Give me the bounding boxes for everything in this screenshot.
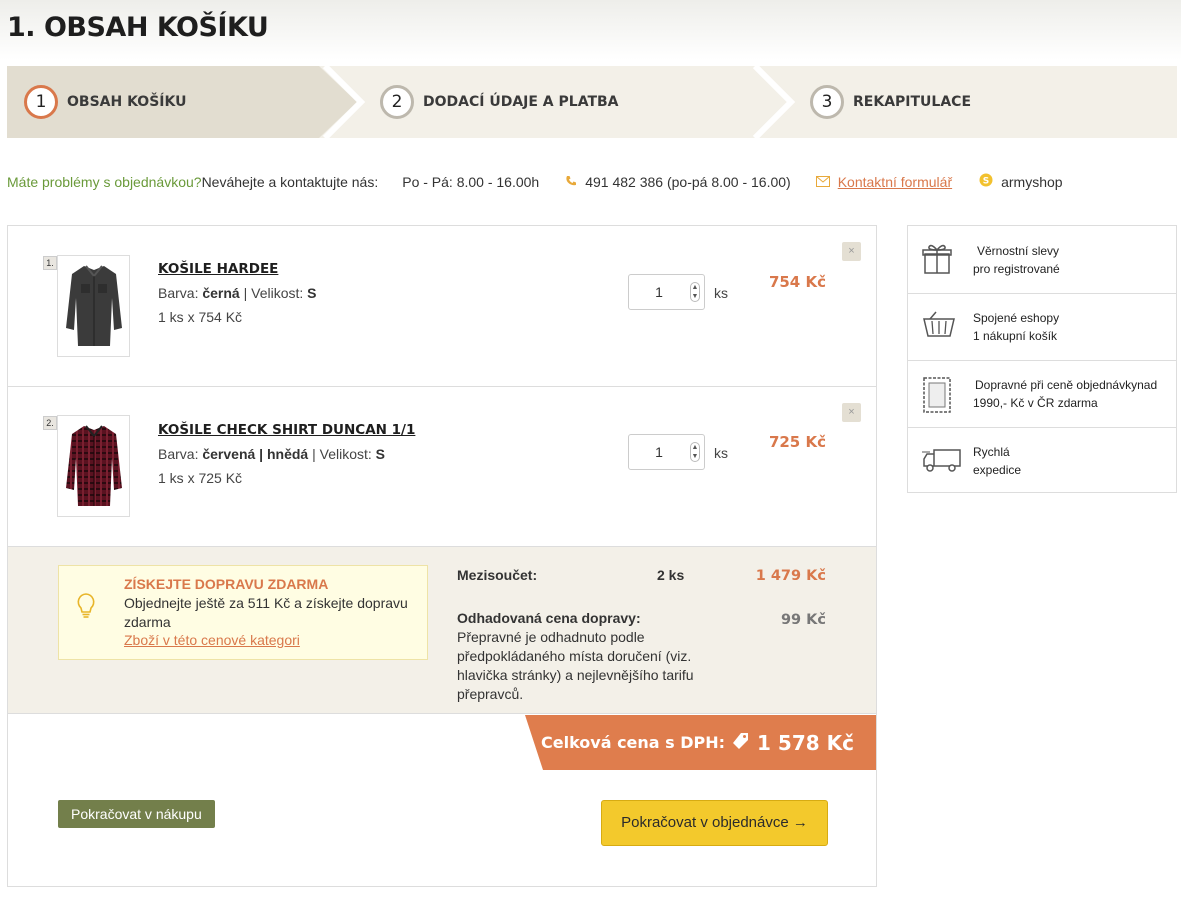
total-price-banner: Celková cena s DPH: 1 578 Kč: [525, 715, 876, 770]
item-image-check-shirt[interactable]: [57, 415, 130, 517]
cart-item: 1. KOŠILE HARDEE Barva: černá | Velikost…: [8, 226, 876, 386]
item-price: 754 Kč: [768, 273, 826, 291]
item-attributes: Barva: červená | hnědá | Velikost: S: [158, 446, 386, 462]
total-amount: 1 578 Kč: [757, 730, 854, 755]
color-value: černá: [202, 285, 240, 301]
item-image-dark-shirt[interactable]: [57, 255, 130, 357]
cart-box: 1. KOŠILE HARDEE Barva: černá | Velikost…: [7, 225, 877, 887]
continue-order-button[interactable]: Pokračovat v objednávce →: [601, 800, 828, 846]
benefit-text: Věrnostní slevy pro registrované: [973, 242, 1060, 278]
contact-bar: Máte problémy s objednávkou? Neváhejte a…: [7, 173, 1063, 190]
benefit-text: Rychlá expedice: [973, 443, 1021, 479]
contact-form-link[interactable]: Kontaktní formulář: [838, 174, 952, 190]
benefit-line1: Věrnostní slevy: [977, 243, 1060, 258]
phone-icon: [565, 174, 577, 190]
quantity-unit: ks: [714, 285, 728, 301]
cart-summary: ZÍSKEJTE DOPRAVU ZDARMA Objednejte ještě…: [8, 546, 876, 714]
spinner-arrows-icon[interactable]: ▲ ▼: [690, 282, 700, 302]
color-label: Barva:: [158, 285, 199, 301]
benefit-line2: 1 nákupní košík: [973, 329, 1058, 343]
benefit-linked-eshops: Spojené eshopy 1 nákupní košík: [908, 293, 1176, 360]
free-shipping-title: ZÍSKEJTE DOPRAVU ZDARMA: [124, 576, 329, 592]
color-value: červená | hnědá: [202, 446, 309, 462]
free-shipping-notice: ZÍSKEJTE DOPRAVU ZDARMA Objednejte ještě…: [58, 565, 428, 660]
page-title: 1. OBSAH KOŠÍKU: [7, 12, 269, 43]
benefit-free-shipping: Dopravné při ceně objednávkynad 1990,- K…: [908, 360, 1176, 427]
size-value: S: [375, 446, 386, 462]
contact-phone: 491 482 386 (po-pá 8.00 - 16.00): [585, 173, 791, 190]
color-label: Barva:: [158, 446, 199, 462]
benefit-fast-dispatch: Rychlá expedice: [908, 427, 1176, 494]
skype-icon: S: [979, 173, 993, 190]
benefit-line1: Dopravné při ceně objednávkynad: [975, 378, 1158, 392]
subtotal-count: 2 ks: [657, 567, 685, 583]
size-value: S: [307, 285, 317, 301]
remove-item-button[interactable]: ×: [842, 403, 861, 422]
step-label: DODACÍ ÚDAJE A PLATBA: [423, 94, 619, 110]
benefit-line2: pro registrované: [973, 261, 1060, 276]
svg-text:S: S: [983, 177, 989, 187]
item-index: 2.: [43, 416, 57, 430]
subtotal-label: Mezisoučet:: [457, 567, 538, 583]
quantity-stepper[interactable]: 1 ▲ ▼: [628, 274, 705, 310]
shipping-estimate-label: Odhadovaná cena dopravy:: [457, 610, 641, 626]
envelope-icon: [815, 174, 830, 190]
stamp-icon: [922, 377, 952, 418]
step-label: OBSAH KOŠÍKU: [67, 94, 187, 110]
item-attributes: Barva: černá | Velikost: S: [158, 285, 317, 301]
step-cart-contents[interactable]: 1 OBSAH KOŠÍKU: [24, 66, 186, 138]
contact-hours: Po - Pá: 8.00 - 16.00h: [402, 173, 540, 190]
benefit-line1: Rychlá: [973, 445, 1010, 459]
benefit-text: Dopravné při ceně objednávkynad 1990,- K…: [973, 376, 1157, 412]
skype-name[interactable]: armyshop: [1001, 174, 1062, 190]
quantity-value[interactable]: 1: [629, 444, 689, 460]
size-label: Velikost:: [251, 285, 304, 301]
benefits-panel: Věrnostní slevy pro registrované Spojené…: [907, 225, 1177, 493]
benefit-line2: expedice: [973, 463, 1022, 477]
step-number: 2: [380, 85, 414, 119]
contact-question: Máte problémy s objednávkou?: [7, 173, 202, 190]
total-label: Celková cena s DPH:: [540, 733, 726, 752]
quantity-unit: ks: [714, 445, 728, 461]
free-shipping-text: Objednejte ještě za 511 Kč a získejte do…: [124, 595, 408, 630]
gift-icon: [922, 242, 952, 281]
step-number: 3: [810, 85, 844, 119]
step-label: REKAPITULACE: [853, 94, 972, 110]
item-index: 1.: [43, 256, 57, 270]
free-shipping-category-link[interactable]: Zboží v této cenové kategori: [124, 632, 300, 648]
item-name-link[interactable]: KOŠILE HARDEE: [158, 261, 278, 277]
checkout-steps: 1 OBSAH KOŠÍKU 2 DODACÍ ÚDAJE A PLATBA 3…: [7, 66, 1177, 138]
lightbulb-icon: [77, 593, 95, 624]
step-recapitulation[interactable]: 3 REKAPITULACE: [810, 66, 971, 138]
item-unit-price: 1 ks x 725 Kč: [158, 470, 243, 486]
item-unit-price: 1 ks x 754 Kč: [158, 309, 243, 325]
truck-icon: [922, 444, 962, 479]
shipping-price: 99 Kč: [780, 612, 826, 628]
size-label: Velikost:: [319, 446, 372, 462]
benefit-loyalty: Věrnostní slevy pro registrované: [908, 226, 1176, 293]
cart-item: 2. KOŠILE CHECK SHIRT DUNCAN 1/1 Barva: …: [8, 386, 876, 546]
spinner-arrows-icon[interactable]: ▲ ▼: [690, 442, 700, 462]
contact-prompt: Neváhejte a kontaktujte nás:: [201, 173, 379, 190]
continue-shopping-button[interactable]: Pokračovat v nákupu: [58, 800, 215, 828]
subtotal-price: 1 479 Kč: [755, 568, 826, 584]
shipping-estimate-text: Přepravné je odhadnuto podle předpokláda…: [457, 629, 694, 702]
quantity-stepper[interactable]: 1 ▲ ▼: [628, 434, 705, 470]
item-price: 725 Kč: [768, 433, 826, 451]
step-divider-chevron: [322, 66, 366, 138]
step-divider-chevron: [752, 66, 796, 138]
item-name-link[interactable]: KOŠILE CHECK SHIRT DUNCAN 1/1: [158, 422, 415, 438]
remove-item-button[interactable]: ×: [842, 242, 861, 261]
price-tag-icon: [733, 732, 749, 754]
benefit-line2: 1990,- Kč v ČR zdarma: [973, 396, 1098, 410]
step-delivery-payment[interactable]: 2 DODACÍ ÚDAJE A PLATBA: [380, 66, 619, 138]
benefit-text: Spojené eshopy 1 nákupní košík: [973, 309, 1059, 345]
benefit-line1: Spojené eshopy: [973, 311, 1060, 325]
step-number: 1: [24, 85, 58, 119]
quantity-value[interactable]: 1: [629, 284, 689, 300]
basket-icon: [922, 310, 956, 345]
